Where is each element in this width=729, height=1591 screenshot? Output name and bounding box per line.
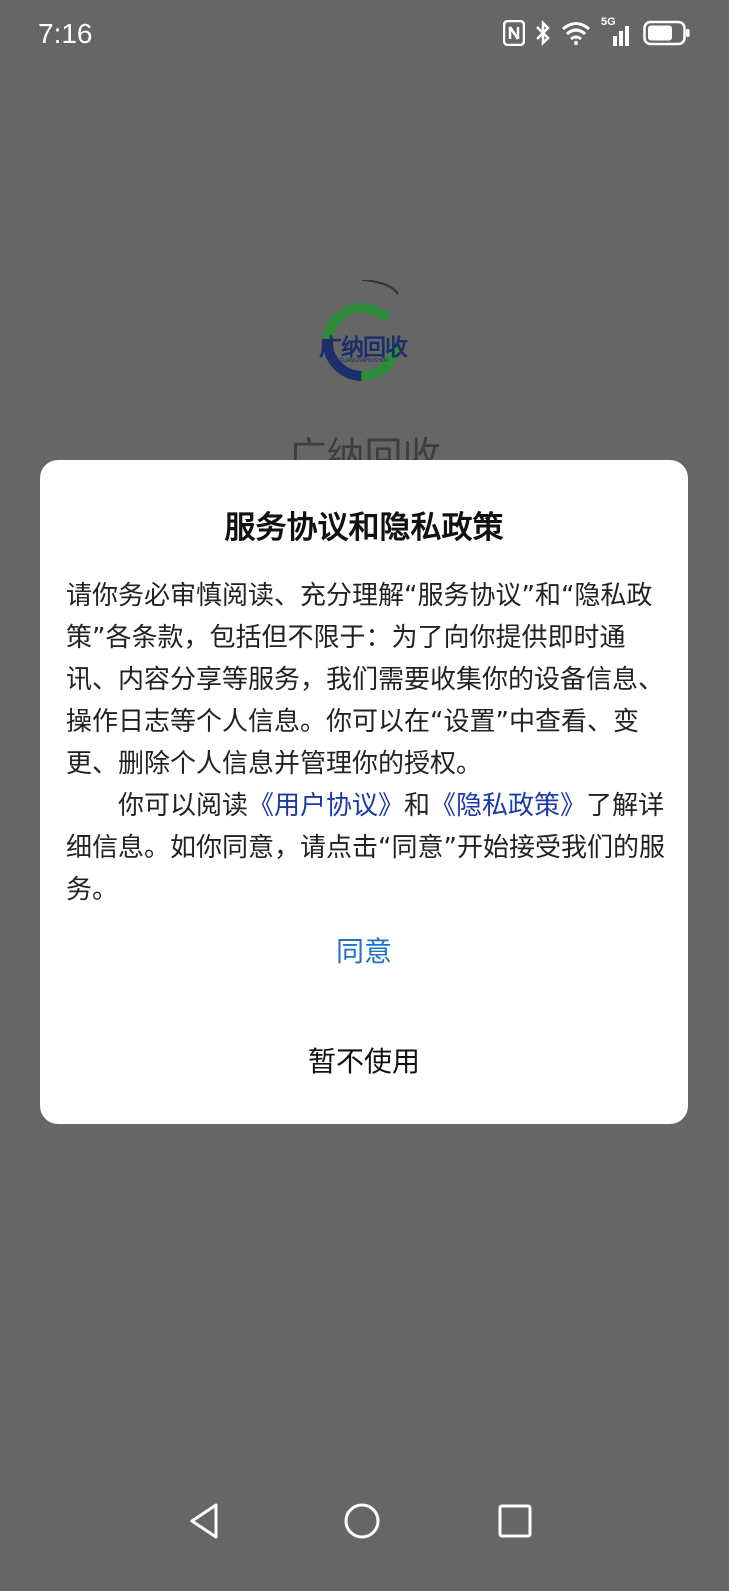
status-time: 7:16 [38, 18, 93, 49]
5g-signal-icon: 5G [601, 16, 633, 46]
paragraph-2-mid: 和 [404, 791, 431, 821]
dialog-paragraph-1: 请你务必审慎阅读、充分理解“服务协议”和“隐私政策”各条款，包括但不限于：为了向… [66, 581, 665, 779]
logo-text: 广纳回收 [319, 335, 408, 361]
battery-icon [643, 20, 691, 46]
recents-icon[interactable] [495, 1501, 535, 1545]
app-logo: 广纳回收 GUANGNAHUISHOU [310, 279, 420, 390]
decline-button[interactable]: 暂不使用 [40, 1040, 688, 1080]
wifi-icon [561, 21, 591, 45]
user-agreement-link[interactable]: 《用户协议》 [248, 791, 404, 821]
paragraph-2-pre: 你可以阅读 [118, 791, 249, 821]
privacy-policy-link[interactable]: 《隐私政策》 [430, 791, 586, 821]
dialog-title: 服务协议和隐私政策 [224, 510, 504, 546]
bluetooth-icon [535, 20, 551, 46]
privacy-dialog: 服务协议和隐私政策 请你务必审慎阅读、充分理解“服务协议”和“隐私政策”各条款，… [40, 460, 688, 1124]
logo-subtext: GUANGNAHUISHOU [339, 358, 389, 364]
home-icon[interactable] [342, 1501, 382, 1545]
navigation-bar [0, 1481, 729, 1591]
dialog-body: 请你务必审慎阅读、充分理解“服务协议”和“隐私政策”各条款，包括但不限于：为了向… [66, 575, 666, 911]
dialog-paragraph-2: 你可以阅读《用户协议》和《隐私政策》了解详细信息。如你同意，请点击“同意”开始接… [66, 785, 666, 911]
status-icons: 5G [503, 16, 691, 46]
status-bar: 7:16 5G [0, 0, 729, 74]
agree-button[interactable]: 同意 [40, 930, 688, 970]
back-icon[interactable] [186, 1501, 226, 1545]
nfc-icon [503, 20, 525, 46]
